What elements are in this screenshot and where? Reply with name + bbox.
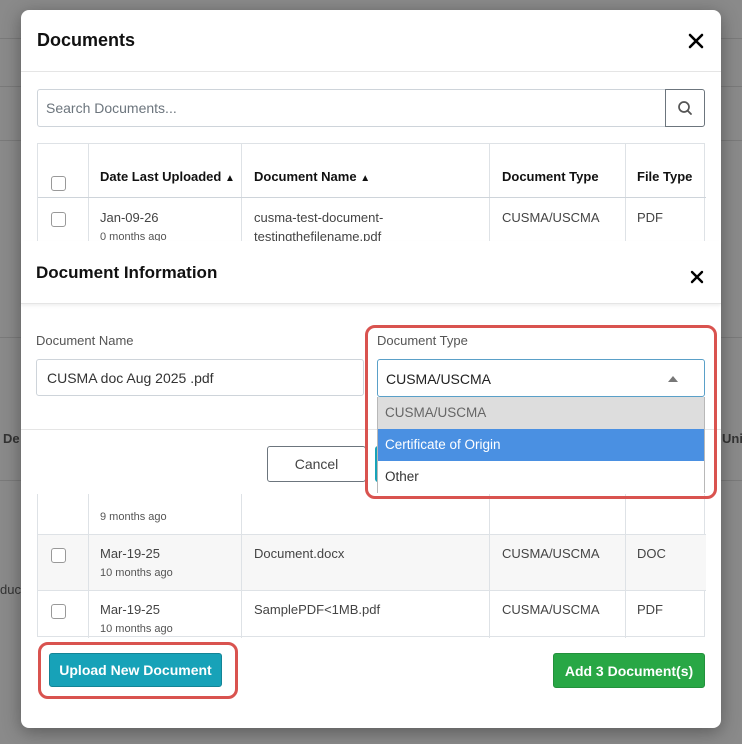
document-name-label: Document Name bbox=[36, 333, 134, 348]
row-date: Mar-19-25 bbox=[100, 602, 160, 617]
select-all-checkbox[interactable] bbox=[51, 176, 66, 191]
cancel-button[interactable]: Cancel bbox=[267, 446, 366, 482]
search-input[interactable] bbox=[37, 89, 666, 127]
bg-column-fragment: Uni bbox=[722, 431, 742, 446]
row-file-type: DOC bbox=[637, 546, 666, 561]
row-document-name: Document.docx bbox=[254, 546, 345, 561]
row-date: Mar-19-25 bbox=[100, 546, 160, 561]
row-checkbox[interactable] bbox=[51, 604, 66, 619]
row-file-type: PDF bbox=[637, 602, 663, 617]
search-icon bbox=[678, 101, 692, 115]
bg-column-fragment: De bbox=[3, 431, 20, 446]
row-document-name: SamplePDF<1MB.pdf bbox=[254, 602, 381, 617]
documents-modal-header: Documents bbox=[21, 10, 721, 72]
row-age: 10 months ago bbox=[100, 567, 173, 579]
table-row: Mar-19-25 10 months ago Document.docx CU… bbox=[38, 535, 706, 590]
document-name-field[interactable] bbox=[36, 359, 364, 396]
row-document-name: cusma-test-document- bbox=[254, 210, 384, 225]
document-information-title: Document Information bbox=[36, 263, 218, 282]
row-date: Jan-09-26 bbox=[100, 210, 159, 225]
column-header-name[interactable]: Document Name ▲︎ bbox=[254, 169, 370, 184]
row-age: 9 months ago bbox=[100, 511, 167, 523]
column-header-date[interactable]: Date Last Uploaded ▲︎ bbox=[100, 169, 235, 184]
document-information-header: Document Information bbox=[21, 241, 721, 304]
upload-new-document-button[interactable]: Upload New Document bbox=[49, 653, 222, 687]
search-bar bbox=[37, 89, 705, 127]
column-header-type: Document Type bbox=[502, 169, 599, 184]
row-document-type: CUSMA/USCMA bbox=[502, 546, 600, 561]
search-button[interactable] bbox=[665, 89, 705, 127]
document-type-highlight bbox=[365, 325, 717, 499]
row-document-type: CUSMA/USCMA bbox=[502, 210, 600, 225]
row-file-type: PDF bbox=[637, 210, 663, 225]
sort-icon: ▲︎ bbox=[360, 173, 371, 184]
bg-row-fragment: duc bbox=[0, 582, 21, 597]
row-checkbox[interactable] bbox=[51, 548, 66, 563]
row-age: 10 months ago bbox=[100, 623, 173, 635]
close-icon[interactable] bbox=[688, 31, 704, 53]
add-documents-button[interactable]: Add 3 Document(s) bbox=[553, 653, 705, 688]
column-header-file-type: File Type bbox=[637, 169, 693, 184]
documents-modal-title: Documents bbox=[37, 30, 136, 50]
sort-icon: ▲︎ bbox=[224, 173, 235, 184]
row-document-type: CUSMA/USCMA bbox=[502, 602, 600, 617]
close-icon[interactable] bbox=[690, 266, 704, 288]
row-checkbox[interactable] bbox=[51, 212, 66, 227]
